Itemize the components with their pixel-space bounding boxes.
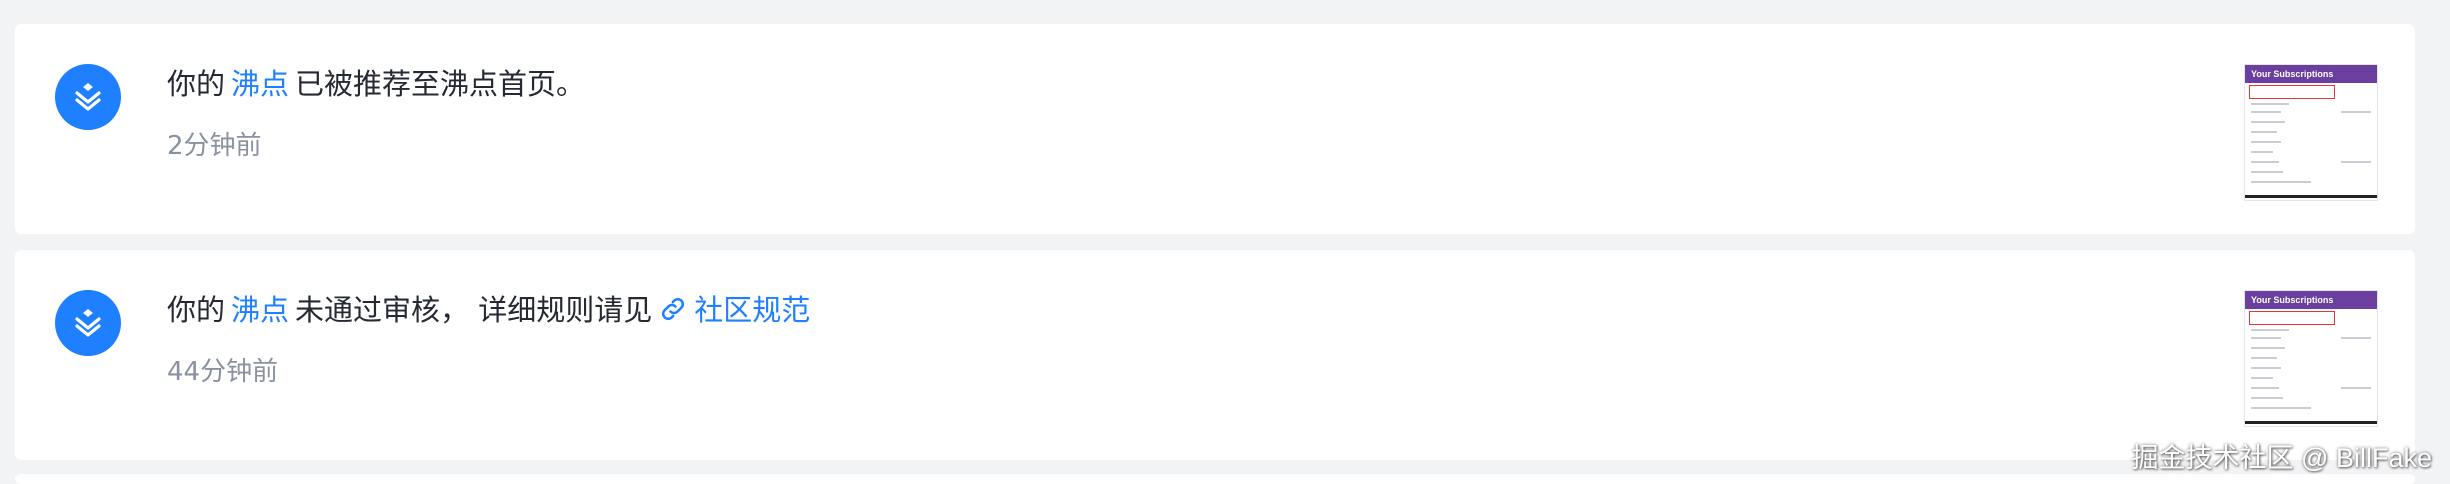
pin-link[interactable]: 沸点 — [231, 293, 289, 327]
watermark: 掘金技术社区 @ BillFake — [2131, 443, 2432, 473]
message-text: 已被推荐至沸点首页。 — [295, 67, 586, 101]
notification-card[interactable]: 你的 沸点 已被推荐至沸点首页。 2分钟前 Your Subscriptions — [15, 24, 2415, 234]
pin-thumbnail[interactable]: Your Subscriptions — [2244, 64, 2378, 201]
notification-time: 44分钟前 — [167, 357, 279, 387]
juejin-logo-icon[interactable] — [55, 290, 121, 356]
thumbnail-footer-bar — [2245, 421, 2377, 424]
link-icon — [662, 297, 685, 321]
juejin-logo-icon[interactable] — [55, 64, 121, 130]
pin-thumbnail[interactable]: Your Subscriptions — [2244, 290, 2378, 427]
message-text: 未通过审核， 详细规则请见 — [295, 293, 653, 327]
notification-card-partial — [15, 474, 2415, 484]
thumbnail-title: Your Subscriptions — [2245, 291, 2377, 309]
juejin-logo-icon-glyph — [75, 309, 101, 337]
thumbnail-footer-bar — [2245, 195, 2377, 198]
thumbnail-title: Your Subscriptions — [2245, 65, 2377, 83]
thumbnail-highlight — [2249, 311, 2335, 325]
message-prefix: 你的 — [167, 67, 226, 101]
community-rules-label: 社区规范 — [694, 293, 811, 327]
thumbnail-highlight — [2249, 85, 2335, 99]
message-prefix: 你的 — [167, 293, 226, 327]
juejin-logo-icon-glyph — [75, 83, 101, 111]
notification-message: 你的 沸点 未通过审核， 详细规则请见 社区规范 — [167, 290, 810, 330]
notification-card[interactable]: 你的 沸点 未通过审核， 详细规则请见 社区规范 44分钟前 Your Subscri… — [15, 250, 2415, 460]
notification-message: 你的 沸点 已被推荐至沸点首页。 — [167, 64, 585, 104]
pin-link[interactable]: 沸点 — [231, 67, 289, 101]
notification-time: 2分钟前 — [167, 131, 262, 161]
community-rules-link[interactable]: 社区规范 — [658, 293, 810, 327]
